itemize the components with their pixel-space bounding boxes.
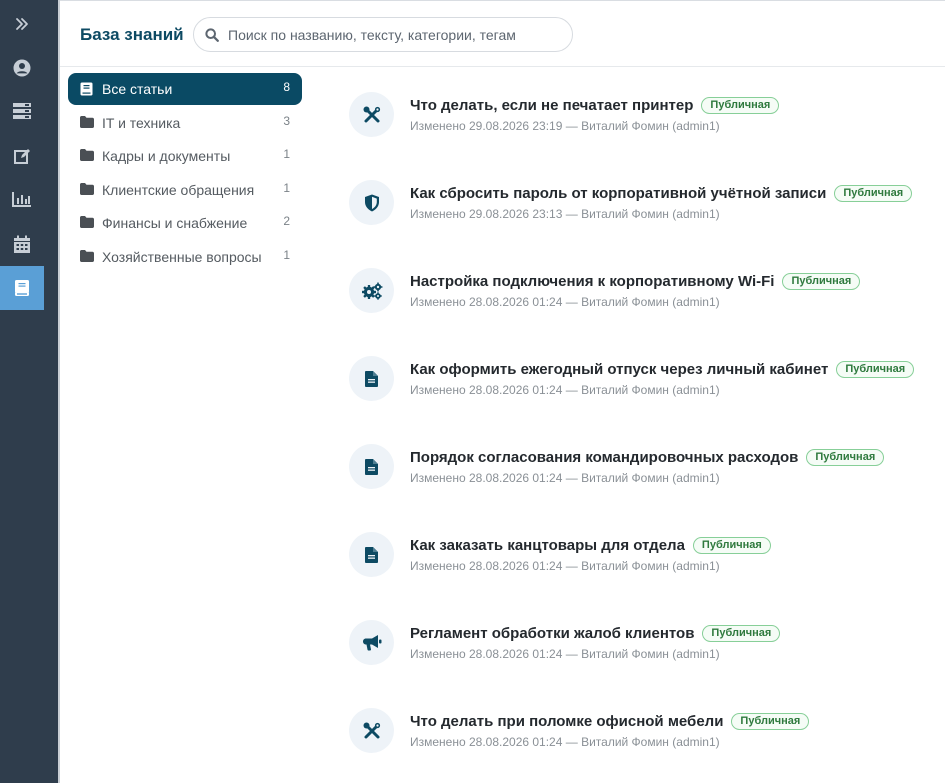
category-count: 2 <box>283 214 290 229</box>
article-meta: Изменено 29.08.2026 23:13 — Виталий Фоми… <box>410 207 720 221</box>
status-badge: Публичная <box>834 185 913 202</box>
status-badge: Публичная <box>806 449 885 466</box>
status-badge: Публичная <box>701 97 780 114</box>
article-item[interactable]: Что делать при поломке офисной мебели Пу… <box>349 700 939 783</box>
search-icon <box>205 28 219 42</box>
document-icon <box>349 444 394 489</box>
folder-icon <box>80 182 94 195</box>
article-header: Настройка подключения к корпоративному W… <box>410 273 861 290</box>
article-title[interactable]: Как заказать канцтовары для отдела <box>410 537 685 554</box>
article-header: Что делать при поломке офисной мебели Пу… <box>410 713 810 730</box>
article-meta: Изменено 28.08.2026 01:24 — Виталий Фоми… <box>410 295 720 309</box>
category-count: 1 <box>283 247 290 262</box>
chart-icon[interactable] <box>0 177 44 221</box>
article-title[interactable]: Настройка подключения к корпоративному W… <box>410 273 774 290</box>
status-badge: Публичная <box>702 625 781 642</box>
status-badge: Публичная <box>692 537 771 554</box>
megaphone-icon <box>349 620 394 665</box>
cogs-icon <box>349 268 394 313</box>
shield-icon <box>349 180 394 225</box>
article-meta: Изменено 28.08.2026 01:24 — Виталий Фоми… <box>410 559 720 573</box>
category-count: 8 <box>283 80 290 94</box>
calendar-icon[interactable] <box>0 222 44 266</box>
search-box[interactable] <box>193 17 573 52</box>
app-window: База знаний Все статьи 8 IT и техника 3 … <box>0 0 945 783</box>
category-label: Клиентские обращения <box>102 181 255 198</box>
article-meta: Изменено 28.08.2026 01:24 — Виталий Фоми… <box>410 735 720 749</box>
article-item[interactable]: Как сбросить пароль от корпоративной учё… <box>349 172 939 260</box>
folder-icon <box>80 216 94 229</box>
rail-divider <box>58 0 60 783</box>
article-meta: Изменено 28.08.2026 01:24 — Виталий Фоми… <box>410 383 720 397</box>
article-title[interactable]: Регламент обработки жалоб клиентов <box>410 625 694 642</box>
status-badge: Публичная <box>836 361 915 378</box>
article-item[interactable]: Что делать, если не печатает принтер Пуб… <box>349 84 939 172</box>
category-label: Финансы и снабжение <box>102 215 248 232</box>
article-title[interactable]: Порядок согласования командировочных рас… <box>410 449 798 466</box>
top-bar: База знаний <box>60 0 945 67</box>
article-header: Как сбросить пароль от корпоративной учё… <box>410 185 913 202</box>
expand-icon[interactable] <box>0 2 44 46</box>
folder-icon <box>80 249 94 262</box>
nav-rail <box>0 0 58 783</box>
category-count: 1 <box>283 147 290 162</box>
article-header: Что делать, если не печатает принтер Пуб… <box>410 97 780 114</box>
category-clients[interactable]: Клиентские обращения 1 <box>68 174 302 206</box>
category-it[interactable]: IT и техника 3 <box>68 107 302 139</box>
category-count: 1 <box>283 180 290 195</box>
article-item[interactable]: Настройка подключения к корпоративному W… <box>349 260 939 348</box>
book-icon <box>80 82 93 96</box>
article-header: Регламент обработки жалоб клиентов Публи… <box>410 625 781 642</box>
category-label: Хозяйственные вопросы <box>102 248 262 265</box>
article-item[interactable]: Порядок согласования командировочных рас… <box>349 436 939 524</box>
article-header: Как оформить ежегодный отпуск через личн… <box>410 361 915 378</box>
user-icon[interactable] <box>0 46 44 90</box>
category-finance[interactable]: Финансы и снабжение 2 <box>68 207 302 239</box>
article-title[interactable]: Что делать при поломке офисной мебели <box>410 713 723 730</box>
article-title[interactable]: Как сбросить пароль от корпоративной учё… <box>410 185 826 202</box>
folder-icon <box>80 115 94 128</box>
category-all-articles[interactable]: Все статьи 8 <box>68 73 302 105</box>
page-title: База знаний <box>80 25 184 44</box>
category-list: Все статьи 8 IT и техника 3 Кадры и доку… <box>68 73 302 275</box>
search-input[interactable] <box>228 18 564 51</box>
category-label: Все статьи <box>102 81 173 97</box>
document-icon <box>349 532 394 577</box>
article-meta: Изменено 28.08.2026 01:24 — Виталий Фоми… <box>410 471 720 485</box>
article-header: Как заказать канцтовары для отдела Публи… <box>410 537 771 554</box>
article-title[interactable]: Что делать, если не печатает принтер <box>410 97 693 114</box>
status-badge: Публичная <box>782 273 861 290</box>
article-list: Что делать, если не печатает принтер Пуб… <box>349 84 939 783</box>
article-title[interactable]: Как оформить ежегодный отпуск через личн… <box>410 361 828 378</box>
category-hr[interactable]: Кадры и документы 1 <box>68 140 302 172</box>
edit-icon[interactable] <box>0 134 44 178</box>
article-header: Порядок согласования командировочных рас… <box>410 449 885 466</box>
category-count: 3 <box>283 113 290 128</box>
category-household[interactable]: Хозяйственные вопросы 1 <box>68 241 302 273</box>
tools-icon <box>349 92 394 137</box>
article-item[interactable]: Как оформить ежегодный отпуск через личн… <box>349 348 939 436</box>
article-item[interactable]: Как заказать канцтовары для отдела Публи… <box>349 524 939 612</box>
book-icon[interactable] <box>0 266 44 310</box>
article-meta: Изменено 28.08.2026 01:24 — Виталий Фоми… <box>410 647 720 661</box>
tools-icon <box>349 708 394 753</box>
folder-icon <box>80 149 94 162</box>
article-meta: Изменено 29.08.2026 23:19 — Виталий Фоми… <box>410 119 720 133</box>
document-icon <box>349 356 394 401</box>
category-label: IT и техника <box>102 114 181 131</box>
article-item[interactable]: Регламент обработки жалоб клиентов Публи… <box>349 612 939 700</box>
status-badge: Публичная <box>731 713 810 730</box>
server-icon[interactable] <box>0 89 44 133</box>
category-label: Кадры и документы <box>102 148 231 165</box>
